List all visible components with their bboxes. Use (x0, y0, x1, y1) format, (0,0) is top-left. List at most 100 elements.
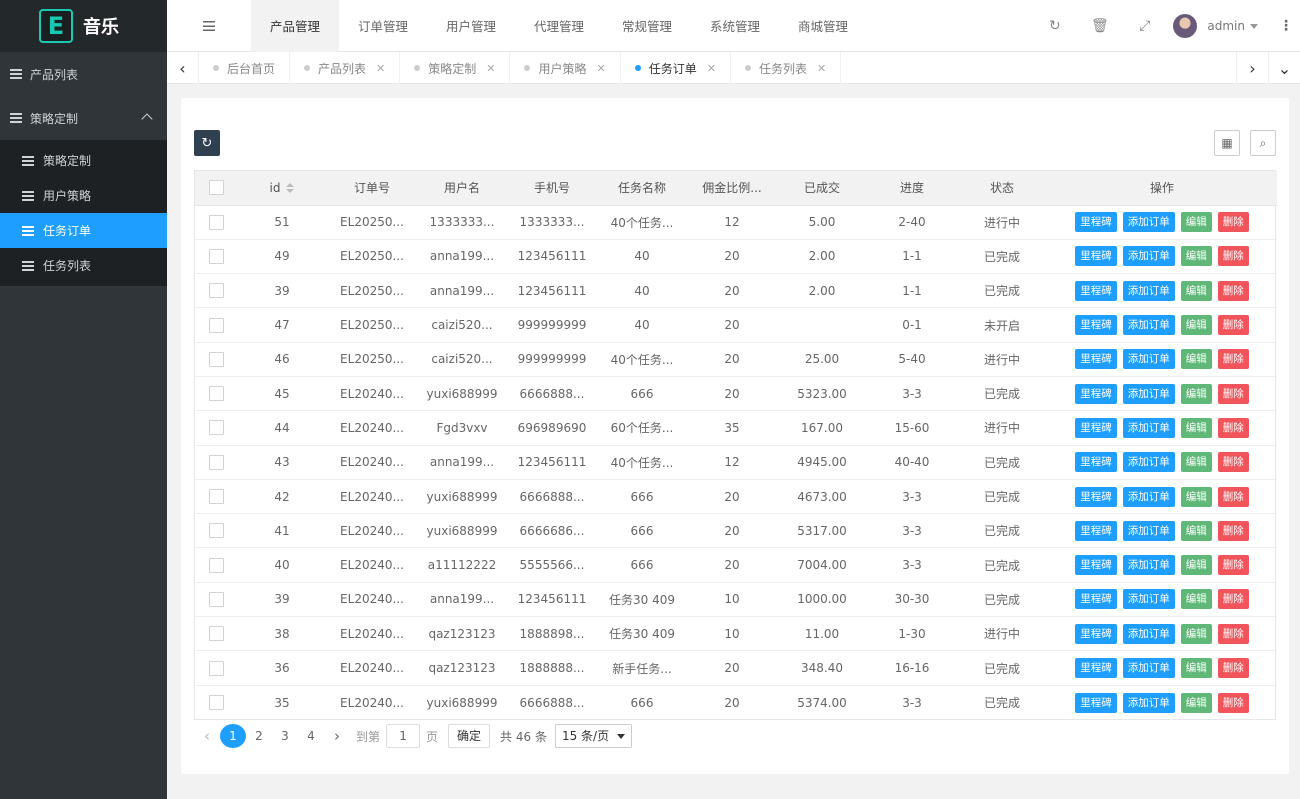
add-order-button[interactable]: 添加订单 (1122, 246, 1175, 267)
delete-button[interactable]: 删除 (1217, 383, 1249, 404)
goto-page-input[interactable]: 1 (386, 724, 421, 748)
row-checkbox[interactable] (208, 489, 224, 505)
add-order-button[interactable]: 添加订单 (1122, 658, 1175, 678)
milestone-button[interactable]: 里程碑 (1075, 315, 1117, 336)
edit-button[interactable]: 编辑 (1180, 212, 1212, 233)
milestone-button[interactable]: 里程碑 (1075, 246, 1117, 267)
delete-button[interactable]: 删除 (1217, 486, 1249, 507)
close-icon[interactable]: ✕ (486, 62, 495, 75)
row-checkbox[interactable] (208, 248, 224, 264)
add-order-button[interactable]: 添加订单 (1122, 417, 1175, 438)
edit-button[interactable]: 编辑 (1180, 349, 1212, 370)
milestone-button[interactable]: 里程碑 (1075, 280, 1117, 301)
top-menu-system[interactable]: 系统管理 (691, 0, 779, 52)
add-order-button[interactable]: 添加订单 (1122, 349, 1175, 370)
add-order-button[interactable]: 添加订单 (1122, 383, 1175, 404)
edit-button[interactable]: 编辑 (1180, 692, 1212, 713)
edit-button[interactable]: 编辑 (1180, 383, 1212, 404)
add-order-button[interactable]: 添加订单 (1122, 623, 1175, 644)
row-checkbox[interactable] (208, 626, 224, 642)
add-order-button[interactable]: 添加订单 (1122, 555, 1175, 576)
delete-button[interactable]: 删除 (1217, 280, 1249, 301)
tabs-dropdown-button[interactable]: ⌄ (1268, 52, 1300, 84)
top-menu-general[interactable]: 常规管理 (603, 0, 691, 52)
milestone-button[interactable]: 里程碑 (1075, 623, 1117, 644)
row-checkbox[interactable] (208, 386, 224, 402)
row-checkbox[interactable] (208, 660, 224, 676)
delete-button[interactable]: 删除 (1217, 417, 1249, 438)
close-icon[interactable]: ✕ (376, 62, 385, 75)
milestone-button[interactable]: 里程碑 (1075, 658, 1117, 678)
sidebar-subitem-task-orders[interactable]: 任务订单 (0, 213, 167, 248)
add-order-button[interactable]: 添加订单 (1122, 452, 1175, 473)
milestone-button[interactable]: 里程碑 (1075, 349, 1117, 370)
row-checkbox[interactable] (208, 283, 224, 299)
sidebar-subitem-strategy-custom[interactable]: 策略定制 (0, 143, 167, 178)
delete-button[interactable]: 删除 (1217, 315, 1249, 336)
top-menu-product[interactable]: 产品管理 (251, 0, 339, 52)
milestone-button[interactable]: 里程碑 (1075, 383, 1117, 404)
milestone-button[interactable]: 里程碑 (1075, 692, 1117, 713)
delete-button[interactable]: 删除 (1217, 555, 1249, 576)
edit-button[interactable]: 编辑 (1180, 589, 1212, 610)
delete-button[interactable]: 删除 (1217, 246, 1249, 267)
delete-button[interactable]: 删除 (1217, 692, 1249, 713)
sidebar-item-product-list[interactable]: 产品列表 (0, 52, 167, 96)
delete-button[interactable]: 删除 (1217, 349, 1249, 370)
milestone-button[interactable]: 里程碑 (1075, 486, 1117, 507)
delete-button[interactable]: 删除 (1217, 452, 1249, 473)
add-order-button[interactable]: 添加订单 (1122, 212, 1175, 233)
select-all-checkbox[interactable] (208, 180, 224, 196)
table-refresh-button[interactable]: ↻ (194, 130, 220, 156)
top-menu-user[interactable]: 用户管理 (427, 0, 515, 52)
sidebar-subitem-user-strategy[interactable]: 用户策略 (0, 178, 167, 213)
more-vertical-icon[interactable]: ⋮ (1272, 0, 1300, 52)
page-size-select[interactable]: 15 条/页 (554, 724, 633, 748)
delete-button[interactable]: 删除 (1217, 520, 1249, 541)
page-2[interactable]: 2 (246, 724, 272, 748)
milestone-button[interactable]: 里程碑 (1075, 452, 1117, 473)
edit-button[interactable]: 编辑 (1180, 315, 1212, 336)
page-4[interactable]: 4 (298, 724, 324, 748)
edit-button[interactable]: 编辑 (1180, 486, 1212, 507)
delete-button[interactable]: 删除 (1217, 623, 1249, 644)
refresh-icon[interactable]: ↻ (1032, 0, 1077, 52)
sidebar-subitem-task-list[interactable]: 任务列表 (0, 248, 167, 283)
sidebar-toggle-button[interactable] (167, 0, 251, 52)
delete-button[interactable]: 删除 (1217, 589, 1249, 610)
row-checkbox[interactable] (208, 214, 224, 230)
edit-button[interactable]: 编辑 (1180, 452, 1212, 473)
tabs-scroll-left-button[interactable]: ‹ (167, 52, 199, 84)
row-checkbox[interactable] (208, 420, 224, 436)
row-checkbox[interactable] (208, 523, 224, 539)
milestone-button[interactable]: 里程碑 (1075, 589, 1117, 610)
tab-2[interactable]: 策略定制 ✕ (400, 52, 511, 84)
top-menu-shop[interactable]: 商城管理 (779, 0, 867, 52)
edit-button[interactable]: 编辑 (1180, 246, 1212, 267)
edit-button[interactable]: 编辑 (1180, 658, 1212, 678)
add-order-button[interactable]: 添加订单 (1122, 486, 1175, 507)
sort-icon[interactable] (286, 183, 295, 194)
add-order-button[interactable]: 添加订单 (1122, 520, 1175, 541)
tab-5[interactable]: 任务列表 ✕ (731, 52, 842, 84)
row-checkbox[interactable] (208, 317, 224, 333)
edit-button[interactable]: 编辑 (1180, 520, 1212, 541)
search-button[interactable]: ⌕ (1250, 130, 1276, 156)
row-checkbox[interactable] (208, 351, 224, 367)
top-menu-agent[interactable]: 代理管理 (515, 0, 603, 52)
edit-button[interactable]: 编辑 (1180, 417, 1212, 438)
edit-button[interactable]: 编辑 (1180, 280, 1212, 301)
user-menu[interactable]: admin (1167, 14, 1272, 38)
milestone-button[interactable]: 里程碑 (1075, 212, 1117, 233)
tab-0[interactable]: 后台首页 (199, 52, 291, 84)
top-menu-order[interactable]: 订单管理 (339, 0, 427, 52)
fullscreen-icon[interactable]: ⤢ (1122, 0, 1167, 52)
close-icon[interactable]: ✕ (597, 62, 606, 75)
edit-button[interactable]: 编辑 (1180, 555, 1212, 576)
tabs-scroll-right-button[interactable]: › (1236, 52, 1268, 84)
columns-filter-button[interactable]: ▦ (1214, 130, 1240, 156)
prev-page-icon[interactable]: ‹ (194, 727, 220, 745)
close-icon[interactable]: ✕ (707, 62, 716, 75)
logo[interactable]: E 音乐 (0, 0, 167, 52)
add-order-button[interactable]: 添加订单 (1122, 692, 1175, 713)
